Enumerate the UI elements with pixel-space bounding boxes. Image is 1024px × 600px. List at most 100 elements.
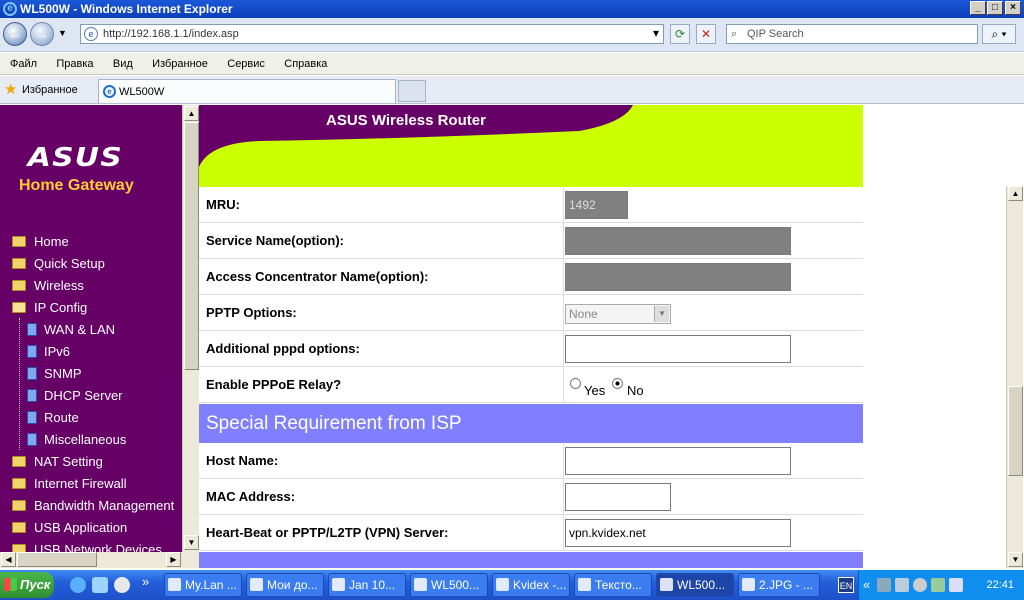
forward-button[interactable]: → [30,22,54,46]
task-label: WL500... [431,578,480,592]
taskbar-item[interactable]: Мои до... [246,573,324,597]
scroll-thumb[interactable] [184,122,199,370]
taskbar-item[interactable]: My.Lan ... [164,573,242,597]
taskbar-item[interactable]: WL500... [410,573,488,597]
address-dropdown-icon[interactable]: ▾ [646,24,666,44]
scroll-right-arrow-icon[interactable]: ▶ [166,552,181,567]
access-concentrator-label: Access Concentrator Name(option): [206,269,429,284]
tray-network-icon[interactable] [877,578,891,592]
tray-app-icon[interactable] [949,578,963,592]
sidebar-item-label: WAN & LAN [44,322,116,337]
pppoe-relay-no-radio[interactable] [612,378,623,389]
sidebar-item-wan-lan[interactable]: WAN & LAN [27,320,115,340]
access-concentrator-input[interactable] [565,263,791,291]
router-header-banner: ASUS Wireless Router [199,105,863,187]
page-scroll-thumb[interactable] [1008,386,1023,476]
sidebar-item-home[interactable]: Home [12,232,69,252]
menu-tools[interactable]: Сервис [219,53,273,75]
favorites-button[interactable]: ★ Избранное [2,80,78,100]
sidebar-item-internet-firewall[interactable]: Internet Firewall [12,474,126,494]
tray-expand-icon[interactable]: « [863,570,870,600]
column-divider [563,367,564,403]
task-label: Мои до... [267,578,318,592]
back-button[interactable]: ← [3,22,27,46]
scroll-down-arrow-icon[interactable]: ▼ [184,535,199,550]
search-input[interactable]: ⌕ QIP Search [726,24,978,44]
windows-logo-icon [4,578,17,591]
quicklaunch-more-icon[interactable]: » [142,574,149,589]
address-bar[interactable]: e http://192.168.1.1/index.asp [80,24,664,44]
page-scroll-up-icon[interactable]: ▲ [1008,186,1023,201]
taskbar-item-active[interactable]: WL500... [656,573,734,597]
menu-view[interactable]: Вид [105,53,141,75]
sidebar-item-miscellaneous[interactable]: Miscellaneous [27,430,126,450]
sidebar-item-route[interactable]: Route [27,408,79,428]
heartbeat-server-input[interactable]: vpn.kvidex.net [565,519,791,547]
menu-help[interactable]: Справка [276,53,335,75]
minimize-button[interactable]: _ [970,1,986,15]
browser-tab[interactable]: e WL500W [98,79,396,103]
service-name-input[interactable] [565,227,791,255]
search-icon: ⌕ [731,28,738,40]
sidebar-item-usb-network-devices[interactable]: USB Network Devices [12,540,162,552]
sidebar-item-snmp[interactable]: SNMP [27,364,82,384]
mac-address-input[interactable] [565,483,671,511]
quicklaunch-ie-icon[interactable] [70,577,86,593]
sidebar-item-bandwidth-management[interactable]: Bandwidth Management [12,496,174,516]
new-tab-button[interactable] [398,80,426,102]
search-go-button[interactable]: ⌕ ▾ [982,24,1016,44]
menu-edit[interactable]: Правка [48,53,101,75]
maximize-button[interactable]: □ [987,1,1003,15]
close-button[interactable]: × [1005,1,1021,15]
page-scroll-down-icon[interactable]: ▼ [1008,552,1023,567]
start-button[interactable]: Пуск [0,572,54,598]
quicklaunch-media-icon[interactable] [114,577,130,593]
folder-icon [12,280,26,291]
horizontal-scroll-thumb[interactable] [17,552,97,567]
taskbar-item[interactable]: Jan 10... [328,573,406,597]
language-indicator[interactable]: EN [838,577,854,593]
tray-app-icon[interactable] [931,578,945,592]
sidebar-item-label: Internet Firewall [34,476,127,491]
pppoe-relay-yes-radio[interactable] [570,378,581,389]
menu-file[interactable]: Файл [0,53,45,75]
sidebar-item-ip-config[interactable]: IP Config [12,298,87,318]
scroll-up-arrow-icon[interactable]: ▲ [184,106,199,121]
tray-clock[interactable]: 22:41 [986,570,1014,600]
host-name-label: Host Name: [206,453,279,468]
taskbar-item[interactable]: 2.JPG - ... [738,573,820,597]
sidebar-item-usb-application[interactable]: USB Application [12,518,127,538]
additional-pppd-label: Additional pppd options: [206,341,360,356]
stop-icon[interactable]: ✕ [696,24,716,44]
tray-app-icon[interactable] [913,578,927,592]
quicklaunch-desktop-icon[interactable] [92,577,108,593]
sidebar-item-nat-setting[interactable]: NAT Setting [12,452,103,472]
column-divider [563,479,564,515]
pptp-options-select[interactable]: None ▼ [565,304,671,324]
sidebar-scrollbar[interactable]: ▲ ▼ [182,105,199,552]
sidebar-item-ipv6[interactable]: IPv6 [27,342,70,362]
sidebar-item-label: IP Config [34,300,88,315]
sidebar-horizontal-scrollbar[interactable]: ◀ ▶ [0,552,199,568]
pptp-options-value: None [569,307,598,321]
form-row-host-name: Host Name: [199,443,863,479]
additional-pppd-input[interactable] [565,335,791,363]
page-scrollbar[interactable]: ▲ ▼ [1006,186,1023,568]
host-name-input[interactable] [565,447,791,475]
scroll-left-arrow-icon[interactable]: ◀ [1,552,16,567]
refresh-icon[interactable]: ⟳ [670,24,690,44]
sidebar-item-wireless[interactable]: Wireless [12,276,84,296]
column-divider [563,223,564,259]
page-icon [27,411,37,424]
sidebar-item-dhcp-server[interactable]: DHCP Server [27,386,123,406]
mru-input[interactable]: 1492 [565,191,628,219]
mru-label: MRU: [206,197,240,212]
window-title-bar[interactable]: e WL500W - Windows Internet Explorer _ □… [0,0,1024,18]
menu-favorites[interactable]: Избранное [144,53,216,75]
history-dropdown-icon[interactable]: ▼ [58,28,67,38]
tray-network-icon[interactable] [895,578,909,592]
taskbar-item[interactable]: Kvidex -... [492,573,570,597]
sidebar-item-quick-setup[interactable]: Quick Setup [12,254,105,274]
navigation-bar: ← → ▼ e http://192.168.1.1/index.asp ▾ ⟳… [0,18,1024,52]
taskbar-item[interactable]: Тексто... [574,573,652,597]
